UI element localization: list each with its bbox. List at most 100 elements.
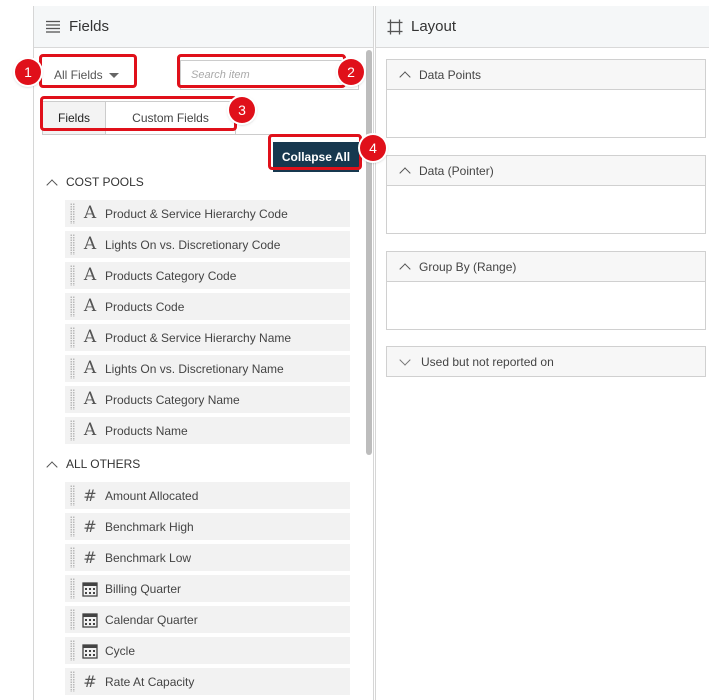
tabs-divider	[42, 134, 360, 135]
field-label: Product & Service Hierarchy Code	[105, 206, 288, 221]
drag-handle-icon[interactable]	[70, 547, 75, 568]
fields-scrollbar[interactable]	[366, 50, 372, 455]
calendar-icon	[81, 581, 99, 597]
field-label: Products Name	[105, 423, 188, 438]
field-search-box	[180, 60, 359, 90]
field-item[interactable]: A Products Category Code	[65, 262, 350, 289]
drag-handle-icon[interactable]	[70, 389, 75, 410]
list-icon	[45, 19, 61, 35]
text-icon: A	[83, 420, 97, 440]
text-icon: A	[83, 327, 97, 347]
field-label: Products Code	[105, 299, 185, 314]
group-label: COST POOLS	[66, 175, 144, 189]
number-icon: #	[83, 547, 97, 567]
drag-handle-icon[interactable]	[70, 485, 75, 506]
field-item[interactable]: Billing Quarter	[65, 575, 350, 602]
text-icon: A	[83, 358, 97, 378]
field-filter-value: All Fields	[54, 68, 103, 82]
section-header[interactable]: Used but not reported on	[387, 347, 705, 376]
chevron-up-icon	[399, 71, 411, 83]
drag-handle-icon[interactable]	[70, 671, 75, 692]
layout-panel-header: Layout	[376, 6, 709, 48]
section-header[interactable]: Data (Pointer)	[387, 156, 705, 185]
drag-handle-icon[interactable]	[70, 327, 75, 348]
drag-handle-icon[interactable]	[70, 265, 75, 286]
field-label: Amount Allocated	[105, 488, 199, 503]
text-icon: A	[83, 389, 97, 409]
drop-zone[interactable]	[387, 281, 705, 329]
layout-panel: Layout Data Points Data (Pointer) Group …	[375, 6, 709, 700]
fields-panel-title: Fields	[69, 18, 110, 35]
chevron-up-icon	[46, 178, 58, 191]
field-item[interactable]: A Lights On vs. Discretionary Code	[65, 231, 350, 258]
fields-panel: Fields All Fields Fields Custom Fields C…	[33, 6, 374, 700]
chevron-up-icon	[399, 167, 411, 179]
field-label: Billing Quarter	[105, 581, 182, 596]
number-icon: #	[83, 516, 97, 536]
field-label: Product & Service Hierarchy Name	[105, 330, 292, 345]
field-label: Calendar Quarter	[105, 612, 198, 627]
layout-frame-icon	[387, 19, 403, 35]
annotation-badge-4: 4	[360, 135, 386, 161]
chevron-up-icon	[399, 263, 411, 275]
annotation-badge-1: 1	[15, 59, 41, 85]
field-label: Lights On vs. Discretionary Name	[105, 361, 284, 376]
section-label: Group By (Range)	[419, 259, 517, 274]
field-filter-dropdown[interactable]: All Fields	[41, 60, 136, 90]
field-item[interactable]: Cycle	[65, 637, 350, 664]
tab-custom-fields[interactable]: Custom Fields	[106, 101, 236, 135]
section-label: Data (Pointer)	[419, 163, 494, 178]
section-data-pointer: Data (Pointer)	[386, 155, 706, 234]
field-tabs: Fields Custom Fields	[42, 101, 236, 135]
drag-handle-icon[interactable]	[70, 609, 75, 630]
field-item[interactable]: A Products Category Name	[65, 386, 350, 413]
field-item[interactable]: # Benchmark High	[65, 513, 350, 540]
calendar-icon	[81, 643, 99, 659]
field-item[interactable]: A Product & Service Hierarchy Name	[65, 324, 350, 351]
drag-handle-icon[interactable]	[70, 234, 75, 255]
field-label: Benchmark High	[105, 519, 194, 534]
drop-zone[interactable]	[387, 89, 705, 137]
field-label: Cycle	[105, 643, 136, 658]
section-header[interactable]: Data Points	[387, 60, 705, 89]
drag-handle-icon[interactable]	[70, 203, 75, 224]
calendar-icon	[81, 612, 99, 628]
section-header[interactable]: Group By (Range)	[387, 252, 705, 281]
drag-handle-icon[interactable]	[70, 578, 75, 599]
all-others-list: # Amount Allocated # Benchmark High # Bench…	[65, 482, 350, 699]
field-item[interactable]: A Lights On vs. Discretionary Name	[65, 355, 350, 382]
tab-fields[interactable]: Fields	[42, 101, 106, 135]
group-header-cost-pools[interactable]: COST POOLS	[46, 172, 144, 192]
drop-zone[interactable]	[387, 185, 705, 233]
field-search-input[interactable]	[191, 69, 341, 81]
field-item[interactable]: # Amount Allocated	[65, 482, 350, 509]
annotation-badge-3: 3	[229, 97, 255, 123]
number-icon: #	[83, 485, 97, 505]
drag-handle-icon[interactable]	[70, 296, 75, 317]
section-label: Data Points	[419, 67, 482, 82]
field-item[interactable]: # Rate At Capacity	[65, 668, 350, 695]
chevron-down-icon	[399, 353, 411, 366]
group-header-all-others[interactable]: ALL OTHERS	[46, 454, 140, 474]
fields-panel-header: Fields	[34, 6, 373, 48]
section-group-by-range: Group By (Range)	[386, 251, 706, 330]
field-item[interactable]: A Product & Service Hierarchy Code	[65, 200, 350, 227]
field-label: Products Category Name	[105, 392, 240, 407]
field-label: Benchmark Low	[105, 550, 192, 565]
drag-handle-icon[interactable]	[70, 420, 75, 441]
text-icon: A	[83, 265, 97, 285]
chevron-up-icon	[46, 460, 58, 473]
field-label: Rate At Capacity	[105, 674, 195, 689]
drag-handle-icon[interactable]	[70, 640, 75, 661]
field-item[interactable]: A Products Code	[65, 293, 350, 320]
collapse-all-button[interactable]: Collapse All	[273, 142, 359, 172]
field-item[interactable]: Calendar Quarter	[65, 606, 350, 633]
drag-handle-icon[interactable]	[70, 358, 75, 379]
section-label: Used but not reported on	[421, 354, 554, 369]
number-icon: #	[83, 671, 97, 691]
field-item[interactable]: # Benchmark Low	[65, 544, 350, 571]
field-item[interactable]: A Products Name	[65, 417, 350, 444]
caret-down-icon	[108, 72, 119, 78]
field-label: Products Category Code	[105, 268, 237, 283]
drag-handle-icon[interactable]	[70, 516, 75, 537]
